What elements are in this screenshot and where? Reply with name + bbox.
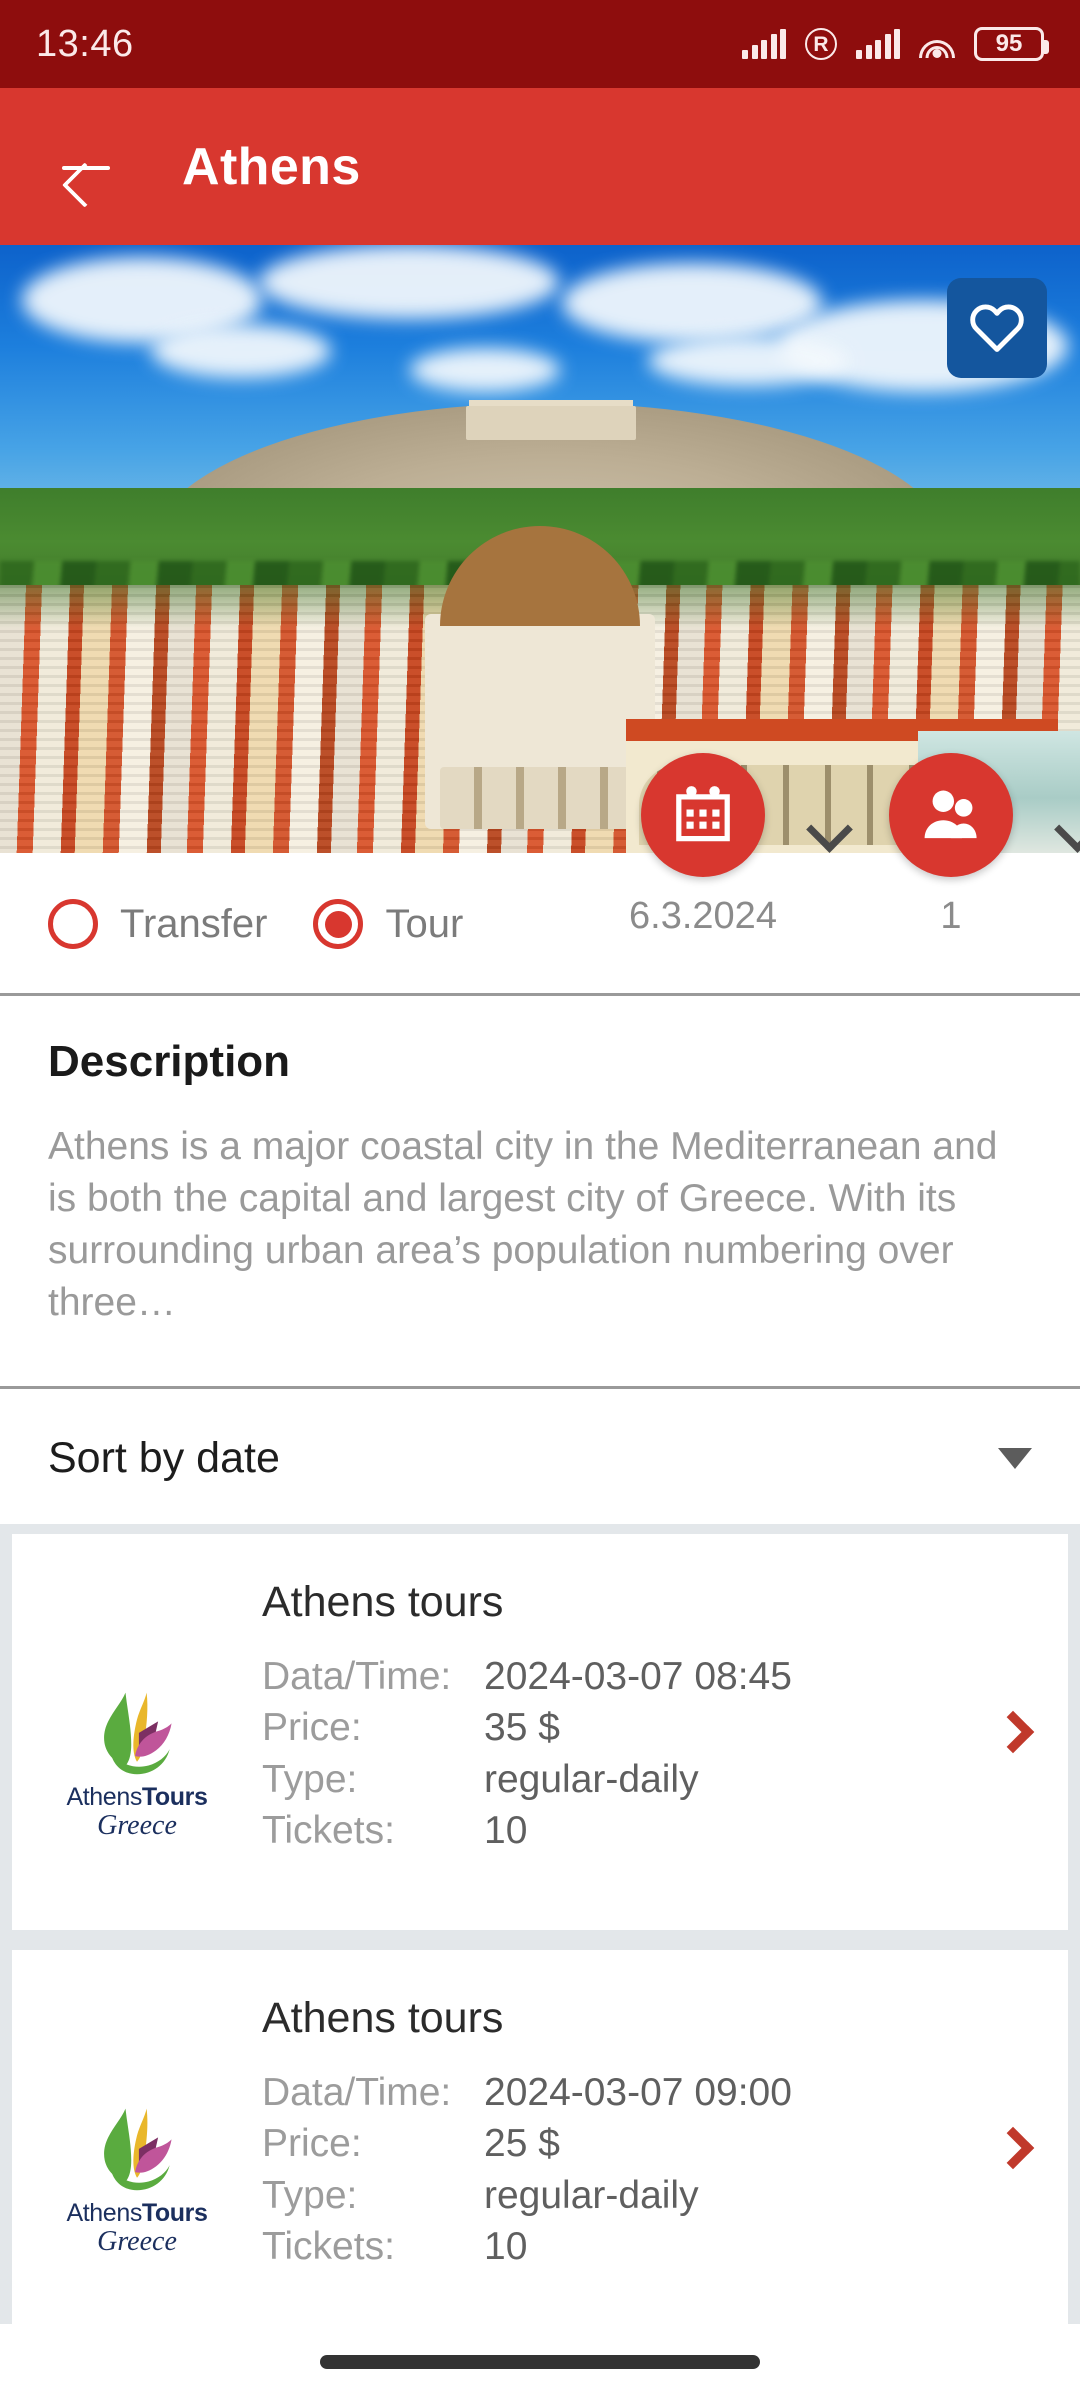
signal-icon <box>742 29 786 59</box>
tour-card[interactable]: AthensTours Greece Athens tours Data/Tim… <box>12 1534 1068 1930</box>
tour-card-datetime-row: Data/Time: 2024-03-07 09:00 <box>262 2067 958 2118</box>
radio-transfer[interactable]: Transfer <box>48 899 267 949</box>
system-nav-bar <box>0 2324 1080 2400</box>
people-picker[interactable]: 1 <box>846 753 1056 938</box>
battery-icon: 95 <box>974 27 1049 61</box>
radio-tour-indicator <box>313 899 364 949</box>
tour-card-title: Athens tours <box>262 1994 504 2042</box>
price-label: Price: <box>262 2122 362 2166</box>
radio-transfer-label: Transfer <box>120 901 268 946</box>
datetime-value: 2024-03-07 08:45 <box>484 1655 792 1698</box>
favorite-button[interactable] <box>947 278 1047 378</box>
tour-card-chevron-right-icon[interactable] <box>958 1950 1068 2346</box>
tour-list: AthensTours Greece Athens tours Data/Tim… <box>0 1524 1080 2346</box>
tickets-label: Tickets: <box>262 1809 395 1853</box>
caret-down-icon <box>998 1447 1032 1469</box>
back-arrow-icon[interactable] <box>58 139 114 195</box>
cloud <box>561 263 822 344</box>
people-picker-value: 1 <box>940 895 962 937</box>
filter-row: Transfer Tour 6.3.2024 1 <box>0 753 1080 996</box>
cloud <box>259 245 560 319</box>
tour-card-tickets-row: Tickets: 10 <box>262 2221 958 2272</box>
people-chevron-down-icon[interactable] <box>1058 807 1080 849</box>
sort-dropdown-label: Sort by date <box>48 1433 280 1482</box>
price-label: Price: <box>262 1706 362 1750</box>
radio-tour-label: Tour <box>385 901 464 946</box>
tickets-value: 10 <box>484 2225 528 2269</box>
tour-card-datetime-row: Data/Time: 2024-03-07 08:45 <box>262 1651 958 1702</box>
type-value: regular-daily <box>484 2173 699 2217</box>
description-section: Description Athens is a major coastal ci… <box>0 999 1080 1389</box>
wifi-icon <box>919 30 955 58</box>
tickets-value: 10 <box>484 1809 528 1853</box>
type-label: Type: <box>262 1757 358 1801</box>
status-bar-time: 13:46 <box>36 22 134 65</box>
price-value: 35 $ <box>484 1706 560 1750</box>
date-picker-button[interactable] <box>641 753 765 877</box>
tour-card-chevron-right-icon[interactable] <box>958 1534 1068 1930</box>
tour-card-body: Athens tours Data/Time: 2024-03-07 08:45… <box>262 1534 958 1930</box>
sort-dropdown[interactable]: Sort by date <box>0 1392 1080 1524</box>
radio-transfer-indicator <box>48 899 98 949</box>
date-picker[interactable]: 6.3.2024 <box>598 753 808 938</box>
people-picker-button[interactable] <box>889 753 1013 877</box>
logo-line-1: AthensTours <box>66 1782 208 1811</box>
radio-tour[interactable]: Tour <box>313 899 463 949</box>
datetime-label: Data/Time: <box>262 2071 452 2114</box>
type-label: Type: <box>262 2173 358 2217</box>
logo-line-2: Greece <box>97 1809 177 1841</box>
description-text: Athens is a major coastal city in the Me… <box>48 1125 998 1324</box>
status-bar: 13:46 R 95 <box>0 0 1080 88</box>
tour-card-title: Athens tours <box>262 1578 504 1626</box>
tour-operator-logo: AthensTours Greece <box>12 1534 262 1930</box>
tour-card-body: Athens tours Data/Time: 2024-03-07 09:00… <box>262 1950 958 2346</box>
tour-card-price-row: Price: 25 $ <box>262 2118 958 2169</box>
athens-tours-logo-icon <box>104 2108 172 2190</box>
app-bar: Athens <box>0 88 1080 245</box>
status-bar-icons: R 95 <box>742 27 1049 61</box>
home-indicator[interactable] <box>320 2355 760 2369</box>
datetime-label: Data/Time: <box>262 1655 452 1698</box>
date-picker-value: 6.3.2024 <box>629 895 777 937</box>
athens-tours-logo-icon <box>104 1692 172 1774</box>
people-icon <box>924 790 977 839</box>
tour-operator-logo: AthensTours Greece <box>12 1950 262 2346</box>
calendar-icon <box>676 786 730 842</box>
signal-icon-2 <box>856 29 900 59</box>
tour-card[interactable]: AthensTours Greece Athens tours Data/Tim… <box>12 1950 1068 2346</box>
cloud <box>648 336 848 387</box>
tour-card-price-row: Price: 35 $ <box>262 1702 958 1753</box>
cloud <box>151 324 332 379</box>
trip-type-radio-group: Transfer Tour <box>48 899 463 949</box>
tour-card-tickets-row: Tickets: 10 <box>262 1805 958 1856</box>
tour-card-type-row: Type: regular-daily <box>262 2170 958 2221</box>
tour-card-type-row: Type: regular-daily <box>262 1754 958 1805</box>
heart-icon <box>970 304 1024 352</box>
datetime-value: 2024-03-07 09:00 <box>484 2071 792 2114</box>
battery-level: 95 <box>995 30 1023 57</box>
roaming-icon: R <box>805 28 837 60</box>
tickets-label: Tickets: <box>262 2225 395 2269</box>
price-value: 25 $ <box>484 2122 560 2166</box>
parthenon <box>465 406 636 441</box>
description-heading: Description <box>48 1037 291 1086</box>
page-title: Athens <box>182 137 361 196</box>
type-value: regular-daily <box>484 1757 699 1801</box>
logo-line-1: AthensTours <box>66 2198 208 2227</box>
logo-line-2: Greece <box>97 2225 177 2257</box>
